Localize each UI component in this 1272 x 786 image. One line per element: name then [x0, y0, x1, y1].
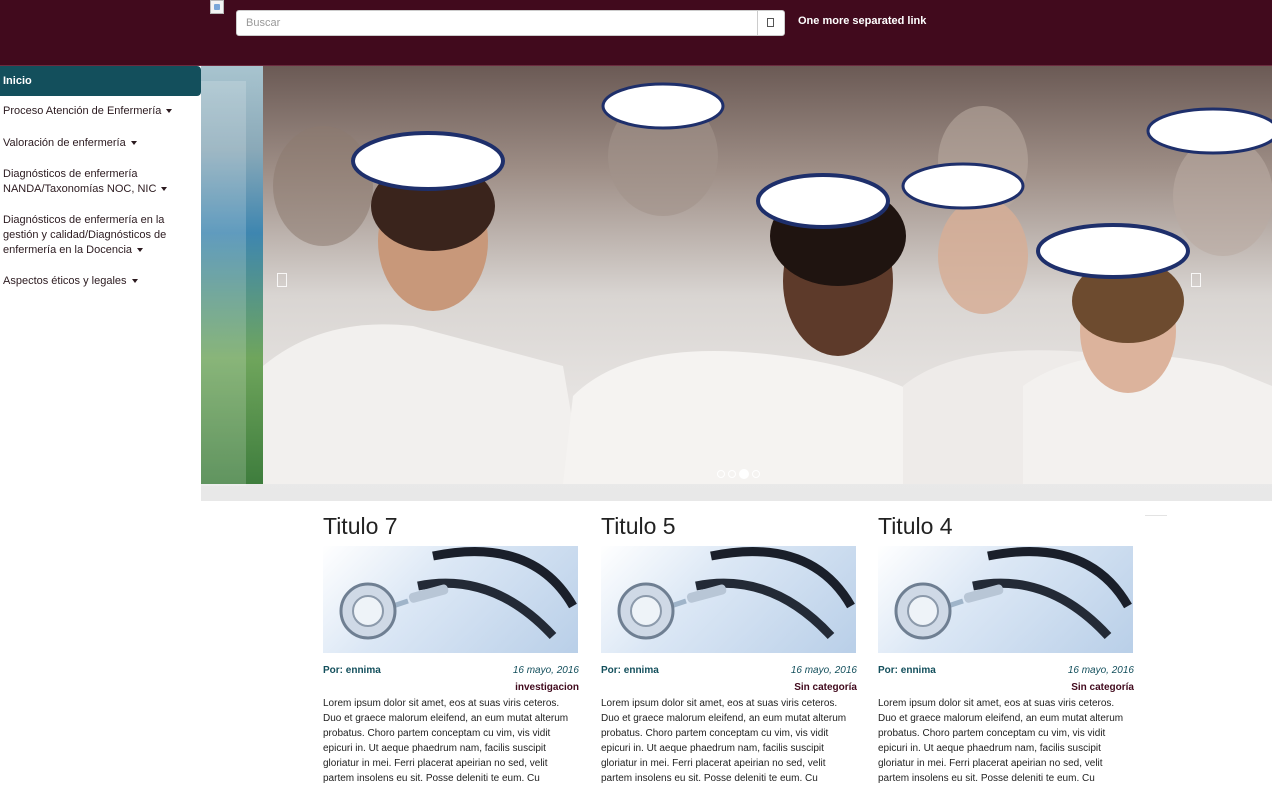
- carousel-next-icon[interactable]: [1191, 273, 1201, 287]
- post-excerpt: Lorem ipsum dolor sit amet, eos at suas …: [601, 698, 847, 784]
- divider: [1145, 515, 1167, 516]
- sidebar-item-proceso[interactable]: Proceso Atención de Enfermería: [0, 104, 201, 119]
- nurses-photo: [263, 66, 1272, 484]
- stethoscope-image-icon: [894, 547, 1132, 640]
- carousel-indicators: [717, 465, 763, 483]
- sidebar-item-label: Aspectos éticos y legales: [3, 275, 127, 287]
- caret-down-icon: [161, 187, 168, 192]
- sidebar-item-diagnosticos-gestion[interactable]: Diagnósticos de enfermería en la gestión…: [0, 213, 201, 258]
- carousel-indicator[interactable]: [728, 470, 736, 478]
- sidebar-item-inicio[interactable]: Inicio: [0, 66, 201, 96]
- carousel-indicator[interactable]: [752, 470, 760, 478]
- post-date: 16 mayo, 2016: [1067, 665, 1134, 676]
- stethoscope-image-icon: [339, 547, 577, 640]
- separated-link[interactable]: One more separated link: [798, 15, 926, 27]
- search-button[interactable]: [757, 11, 784, 35]
- post-author[interactable]: Por: ennima: [878, 665, 936, 676]
- post-meta: Por: ennima 16 mayo, 2016: [878, 665, 1134, 680]
- post-meta: Por: ennima 16 mayo, 2016: [323, 665, 579, 680]
- sidebar-item-label: Diagnósticos de enfermería NANDA/Taxonom…: [3, 168, 157, 195]
- sidebar-item-valoracion[interactable]: Valoración de enfermería: [0, 136, 201, 151]
- top-navbar: One more separated link: [0, 0, 1272, 66]
- post-date: 16 mayo, 2016: [790, 665, 857, 676]
- post-image[interactable]: [601, 546, 856, 653]
- post-title[interactable]: Titulo 7: [323, 510, 579, 546]
- sidebar-item-label: Valoración de enfermería: [3, 137, 126, 149]
- post-category[interactable]: Sin categoría: [601, 680, 857, 695]
- post-meta: Por: ennima 16 mayo, 2016: [601, 665, 857, 680]
- post-card: Titulo 4 Por: ennima 16 mayo, 2016 Sin c…: [878, 510, 1134, 786]
- post-date: 16 mayo, 2016: [512, 665, 579, 676]
- search-icon: [767, 18, 774, 27]
- caret-down-icon: [130, 141, 137, 146]
- post-category[interactable]: investigacion: [323, 680, 579, 695]
- image-carousel: [201, 66, 1272, 501]
- post-image[interactable]: [878, 546, 1133, 653]
- caret-down-icon: [137, 248, 144, 253]
- carousel-prev-icon[interactable]: [277, 273, 287, 287]
- post-author[interactable]: Por: ennima: [601, 665, 659, 676]
- caret-down-icon: [131, 279, 138, 284]
- search-form: [236, 10, 785, 36]
- carousel-indicator-active[interactable]: [739, 469, 749, 479]
- post-image[interactable]: [323, 546, 578, 653]
- nurses-illustration-icon: [263, 82, 1272, 484]
- post-card: Titulo 7 Por: ennima 16 mayo, 2016 inves…: [323, 510, 579, 786]
- carousel-indicator[interactable]: [717, 470, 725, 478]
- broken-logo-image-icon[interactable]: [210, 0, 224, 14]
- previous-slide-preview: [201, 66, 263, 486]
- sidebar-item-diagnosticos-nanda[interactable]: Diagnósticos de enfermería NANDA/Taxonom…: [0, 167, 201, 197]
- post-author[interactable]: Por: ennima: [323, 665, 381, 676]
- sidebar-item-label: Proceso Atención de Enfermería: [3, 105, 162, 117]
- sidebar-nav: Inicio Proceso Atención de Enfermería Va…: [0, 66, 201, 289]
- post-excerpt: Lorem ipsum dolor sit amet, eos at suas …: [323, 698, 569, 784]
- caret-down-icon: [166, 109, 173, 114]
- stethoscope-image-icon: [617, 547, 855, 640]
- sidebar-item-aspectos-eticos[interactable]: Aspectos éticos y legales: [0, 274, 201, 289]
- post-excerpt: Lorem ipsum dolor sit amet, eos at suas …: [878, 698, 1124, 784]
- search-input[interactable]: [237, 11, 757, 35]
- post-card: Titulo 5 Por: ennima 16 mayo, 2016 Sin c…: [601, 510, 857, 786]
- post-title[interactable]: Titulo 4: [878, 510, 1134, 546]
- post-title[interactable]: Titulo 5: [601, 510, 857, 546]
- post-category[interactable]: Sin categoría: [878, 680, 1134, 695]
